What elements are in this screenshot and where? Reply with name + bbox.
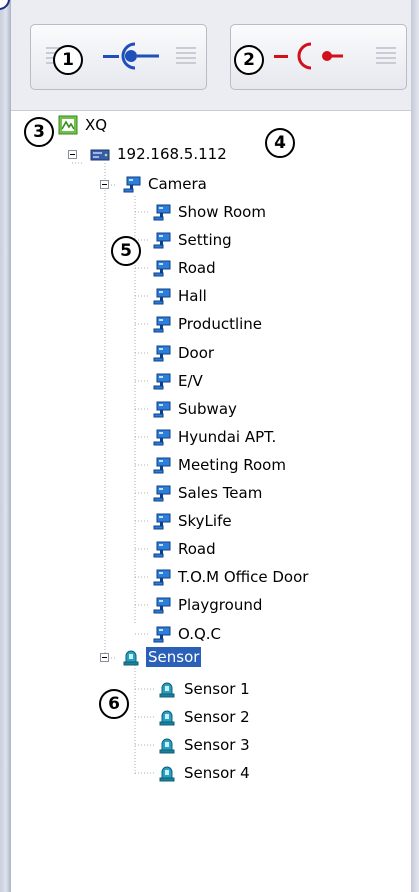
camera-item[interactable]: SkyLife — [151, 511, 234, 531]
camera-item-label: Sales Team — [178, 484, 263, 502]
camera-item-label: Meeting Room — [178, 456, 286, 474]
camera-icon — [153, 260, 171, 277]
map-icon — [58, 115, 78, 135]
camera-item[interactable]: Sales Team — [151, 483, 264, 503]
callout-badge-3: 3 — [24, 117, 54, 147]
camera-item-label: Show Room — [178, 203, 266, 221]
tree-server-label: 192.168.5.112 — [117, 145, 227, 163]
camera-icon — [153, 288, 171, 305]
sensor-item-label: Sensor 4 — [184, 764, 250, 782]
camera-icon — [153, 373, 171, 390]
camera-icon — [153, 401, 171, 418]
camera-item[interactable]: Show Room — [151, 202, 268, 222]
tree-camera-group[interactable]: Camera — [121, 174, 209, 194]
camera-item[interactable]: Subway — [151, 399, 239, 419]
sensor-collapse-toggle[interactable] — [100, 653, 109, 662]
camera-icon — [153, 345, 171, 362]
tree-root-node[interactable]: XQ — [58, 115, 109, 135]
camera-icon — [153, 513, 171, 530]
callout-badge-6: 6 — [99, 689, 129, 719]
camera-item[interactable]: Playground — [151, 595, 264, 615]
camera-icon — [153, 204, 171, 221]
callout-badge-5: 5 — [111, 236, 141, 266]
camera-item-label: Hall — [178, 287, 207, 305]
camera-item[interactable]: Hall — [151, 286, 209, 306]
camera-icon — [153, 316, 171, 333]
camera-item[interactable]: Road — [151, 258, 218, 278]
camera-item[interactable]: Hyundai APT. — [151, 427, 278, 447]
camera-item[interactable]: E/V — [151, 371, 205, 391]
camera-item-label: Hyundai APT. — [178, 428, 277, 446]
sensor-icon — [159, 766, 175, 782]
right-scroll-edge — [411, 0, 419, 892]
camera-icon — [153, 597, 171, 614]
camera-icon — [153, 457, 171, 474]
sensor-icon — [159, 682, 175, 698]
camera-item-label: Productline — [178, 315, 263, 333]
left-frame-edge — [0, 0, 11, 892]
sensor-group-icon — [123, 650, 139, 666]
camera-item[interactable]: T.O.M Office Door — [151, 567, 310, 587]
camera-item[interactable]: O.Q.C — [151, 624, 223, 644]
tree-root-label: XQ — [85, 116, 108, 134]
camera-item-label: SkyLife — [178, 512, 232, 530]
camera-item-label: Road — [178, 540, 216, 558]
camera-item-label: Road — [178, 259, 216, 277]
camera-icon — [153, 232, 171, 249]
sensor-item-label: Sensor 2 — [184, 708, 250, 726]
camera-item-label: O.Q.C — [178, 625, 222, 643]
sensor-icon — [159, 710, 175, 726]
camera-group-icon — [123, 176, 141, 193]
sensor-item[interactable]: Sensor 4 — [157, 763, 252, 783]
callout-badge-1: 1 — [53, 45, 83, 75]
camera-collapse-toggle[interactable] — [100, 180, 109, 189]
camera-item[interactable]: Door — [151, 343, 216, 363]
camera-item-label: Door — [178, 344, 215, 362]
sensor-item-label: Sensor 3 — [184, 736, 250, 754]
callout-badge-2: 2 — [234, 45, 264, 75]
device-tree: XQ 192.168.5.112 Camera Show Room Setting… — [11, 110, 411, 892]
tree-camera-group-label: Camera — [148, 175, 207, 193]
tree-server-node[interactable]: 192.168.5.112 — [90, 144, 229, 164]
camera-item-label: Subway — [178, 400, 237, 418]
sensor-item-label: Sensor 1 — [184, 680, 250, 698]
tree-sensor-group[interactable]: Sensor — [121, 647, 202, 667]
sensor-item[interactable]: Sensor 1 — [157, 679, 252, 699]
camera-item-label: T.O.M Office Door — [178, 568, 309, 586]
camera-item[interactable]: Meeting Room — [151, 455, 288, 475]
camera-item[interactable]: Setting — [151, 230, 234, 250]
callout-badge-4: 4 — [265, 128, 295, 158]
sensor-item[interactable]: Sensor 2 — [157, 707, 252, 727]
camera-item-label: E/V — [178, 372, 203, 390]
sensor-icon — [159, 738, 175, 754]
camera-icon — [153, 569, 171, 586]
camera-icon — [153, 485, 171, 502]
title-fragment: ▀▀▀▀▀ — [92, 0, 155, 4]
camera-icon — [153, 626, 171, 643]
server-collapse-toggle[interactable] — [68, 150, 77, 159]
camera-icon — [153, 541, 171, 558]
camera-item[interactable]: Road — [151, 539, 218, 559]
tree-sensor-group-label: Sensor — [146, 647, 202, 667]
camera-item[interactable]: Productline — [151, 314, 264, 334]
camera-item-label: Setting — [178, 231, 232, 249]
server-icon — [90, 149, 110, 161]
camera-icon — [153, 429, 171, 446]
sensor-item[interactable]: Sensor 3 — [157, 735, 252, 755]
camera-item-label: Playground — [178, 596, 263, 614]
